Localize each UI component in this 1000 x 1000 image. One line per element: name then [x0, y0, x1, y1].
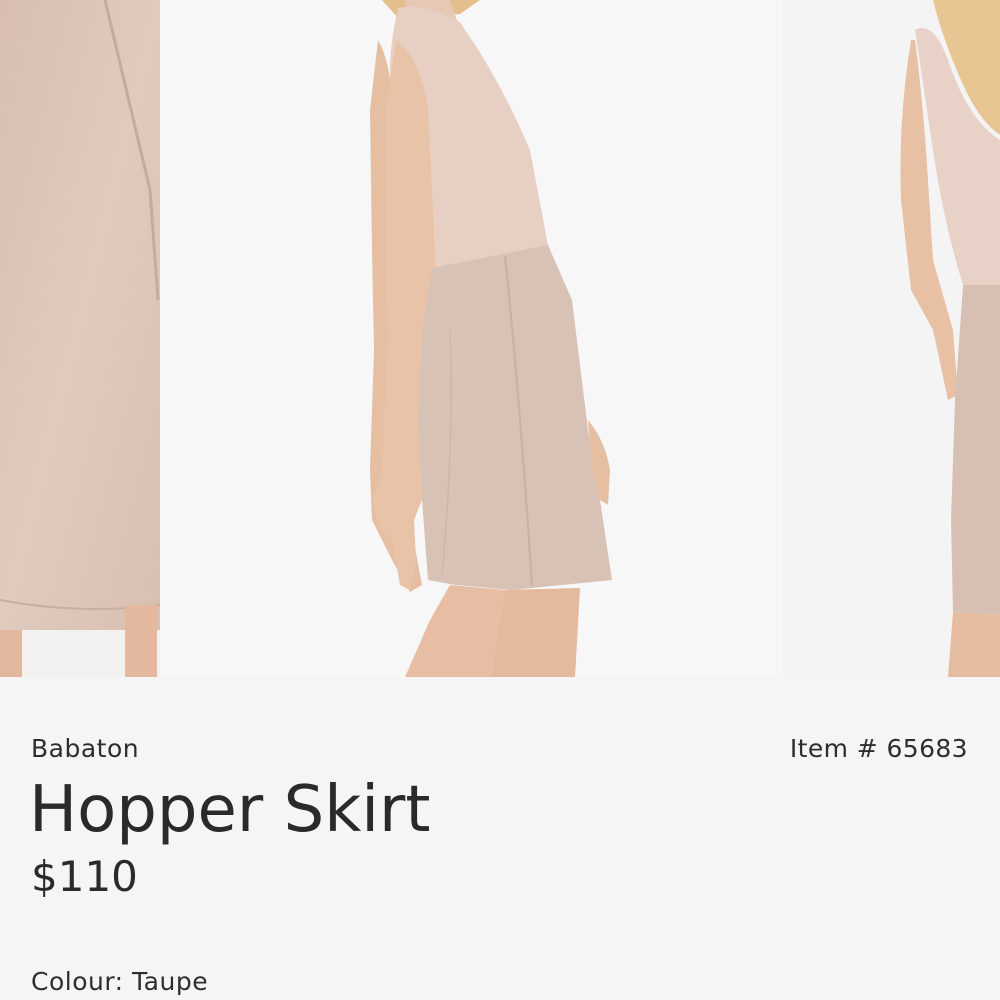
- skirt-detail-image: [0, 0, 160, 677]
- brand-name[interactable]: Babaton: [31, 734, 139, 763]
- gallery-slide-side[interactable]: [160, 0, 783, 677]
- product-title: Hopper Skirt: [29, 773, 431, 847]
- colour-selector-label: Colour: Taupe: [31, 967, 209, 996]
- gallery-slide-back[interactable]: [783, 0, 1000, 677]
- model-side-view-image: [160, 0, 783, 677]
- product-price: $110: [31, 852, 138, 901]
- gallery-slide-detail[interactable]: [0, 0, 160, 677]
- item-number: Item # 65683: [789, 734, 968, 763]
- model-back-view-image: [783, 0, 1000, 677]
- product-image-gallery[interactable]: [0, 0, 1000, 677]
